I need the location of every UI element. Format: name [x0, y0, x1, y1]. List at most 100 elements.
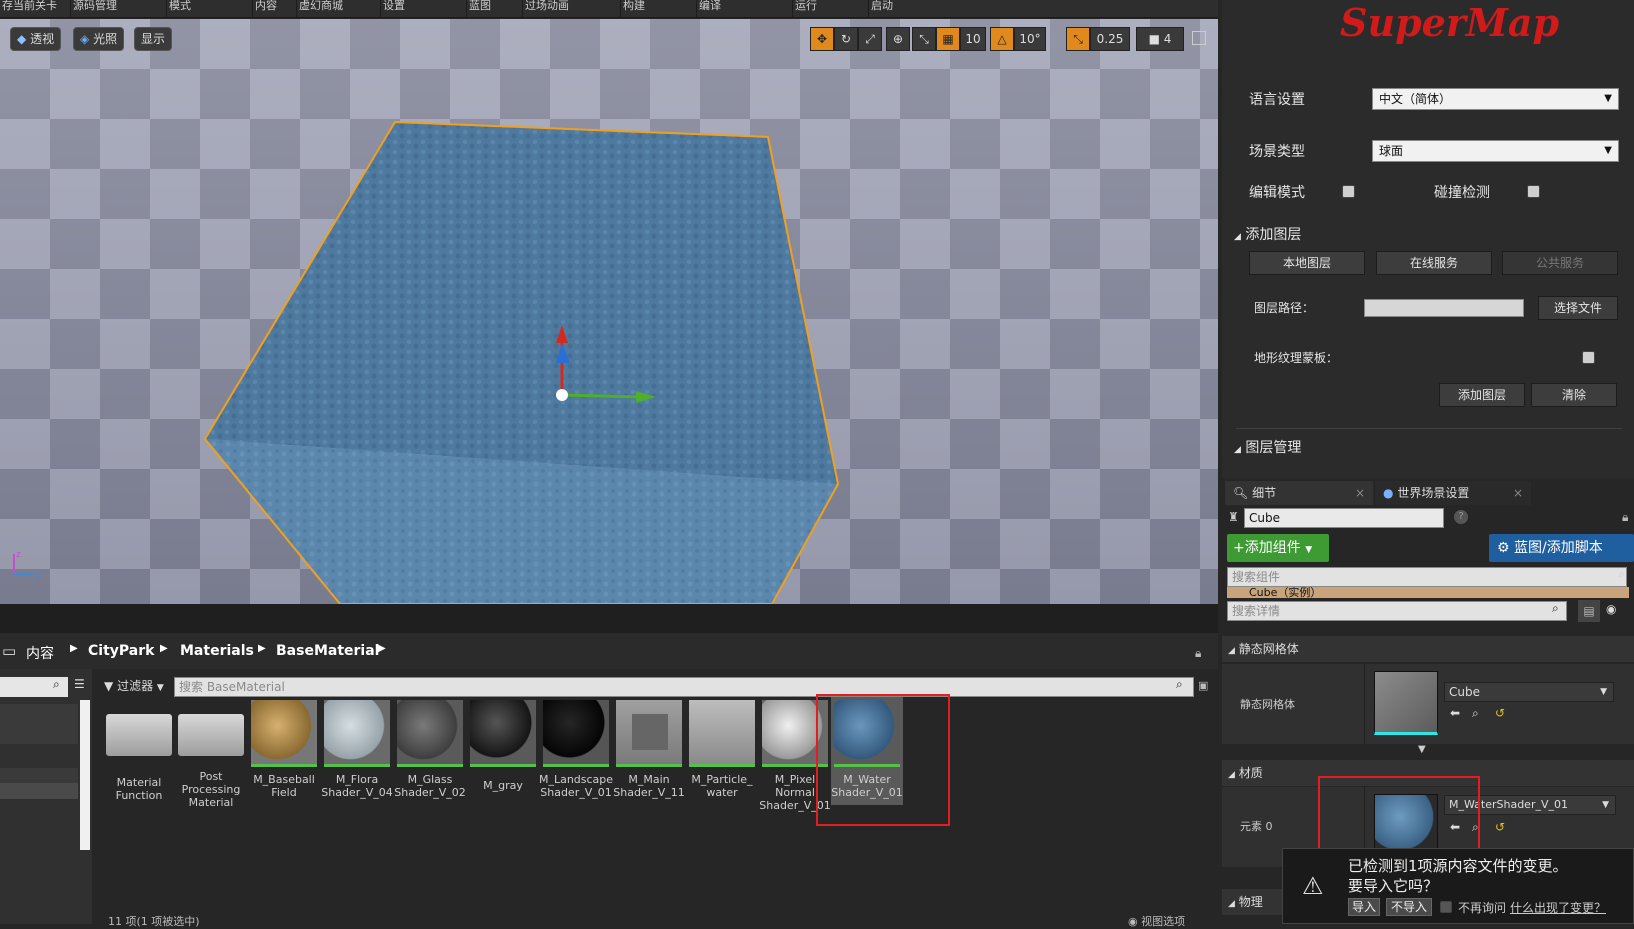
maximize-icon[interactable] — [1192, 31, 1206, 45]
rotation-snap-icon[interactable]: △ — [990, 27, 1014, 51]
menu-play[interactable]: 运行 — [792, 0, 817, 18]
sidebar-scrollbar[interactable] — [80, 700, 90, 850]
asset-m-landscape-shader[interactable]: M_Landscape Shader_V_01 — [539, 700, 613, 799]
menu-launch[interactable]: 启动 — [868, 0, 893, 18]
back-arrow-icon[interactable]: ⬅ — [1450, 706, 1460, 720]
lock-icon[interactable]: 🔒︎ — [1195, 646, 1201, 661]
asset-m-flora-shader[interactable]: M_Flora Shader_V_04 — [321, 700, 393, 799]
asset-search-input[interactable]: 搜索 BaseMaterial — [174, 677, 1194, 697]
breadcrumb-materials[interactable]: Materials — [180, 643, 254, 659]
search-details-input[interactable]: 搜索详情 — [1227, 601, 1567, 621]
search-components-input[interactable]: 搜索组件 — [1227, 567, 1627, 587]
surface-snap-icon[interactable]: ⤡ — [912, 27, 936, 51]
help-icon[interactable]: ? — [1454, 510, 1468, 524]
add-layer-button[interactable]: 添加图层 — [1439, 383, 1525, 407]
menu-modes[interactable]: 模式 — [166, 0, 191, 18]
rotation-snap-value[interactable]: 10° — [1014, 27, 1046, 51]
asset-m-baseball-field[interactable]: M_Baseball Field — [251, 700, 317, 799]
expand-down-icon[interactable]: ▼ — [1418, 744, 1426, 755]
sidebar-item[interactable] — [0, 704, 78, 744]
scale-icon[interactable]: ⤢ — [858, 27, 882, 51]
menu-compile[interactable]: 编译 — [696, 0, 721, 18]
level-viewport[interactable]: z y ◆ 透视 ◈ 光照 显示 ✥ ↻ ⤢ ⊕ ⤡ ▦ 10 △ 10° ⤡ … — [0, 19, 1218, 604]
scale-snap-icon[interactable]: ⤡ — [1066, 27, 1090, 51]
grid-view-icon[interactable]: ▤ — [1578, 600, 1600, 622]
list-view-icon[interactable]: ☰ — [74, 677, 85, 691]
instance-row[interactable]: Cube（实例） — [1227, 587, 1629, 598]
collision-checkbox[interactable] — [1527, 185, 1540, 198]
dont-ask-checkbox[interactable] — [1440, 901, 1452, 913]
close-icon[interactable]: × — [1513, 481, 1523, 505]
lock-icon[interactable]: 🔒︎ — [1622, 510, 1628, 525]
rotate-icon[interactable]: ↻ — [834, 27, 858, 51]
menu-settings[interactable]: 设置 — [380, 0, 405, 18]
static-mesh-section[interactable]: ◢ 静态网格体 — [1222, 636, 1634, 662]
asset-m-particle-water[interactable]: M_Particle_ water — [689, 700, 755, 799]
asset-m-glass-shader[interactable]: M_Glass Shader_V_02 — [394, 700, 466, 799]
menu-source-control[interactable]: 源码管理 — [70, 0, 117, 18]
add-component-button[interactable]: +添加组件 ▼ — [1227, 534, 1329, 562]
filter-button[interactable]: ▼ 过滤器 ▼ — [104, 677, 164, 694]
translate-icon[interactable]: ✥ — [810, 27, 834, 51]
asset-material-function[interactable]: Material Function — [106, 700, 172, 802]
lit-icon: ◈ — [80, 32, 90, 46]
object-name-field[interactable]: Cube — [1244, 508, 1444, 528]
asset-post-processing-material[interactable]: Post Processing Material — [178, 700, 244, 809]
menu-cinematics[interactable]: 过场动画 — [522, 0, 569, 18]
view-options-button[interactable]: ◉ 视图选项 — [1128, 913, 1185, 929]
asset-m-gray[interactable]: M_gray — [470, 700, 536, 792]
collapse-arrow-icon: ◢ — [1228, 899, 1235, 909]
breadcrumb-citypark[interactable]: CityPark — [88, 643, 154, 659]
clear-button[interactable]: 清除 — [1531, 383, 1617, 407]
asset-m-main-shader[interactable]: M_Main Shader_V_11 — [613, 700, 685, 799]
tab-local-layer[interactable]: 本地图层 — [1249, 251, 1365, 275]
cube-thumbnail[interactable] — [1374, 671, 1438, 735]
tab-world-settings[interactable]: ● 世界场景设置 × — [1375, 481, 1531, 505]
menu-blueprints[interactable]: 蓝图 — [466, 0, 491, 18]
scene-type-select[interactable]: 球面 ▼ — [1372, 140, 1619, 162]
menu-save-level[interactable]: 存当前关卡 — [0, 0, 57, 18]
terrain-mask-checkbox[interactable] — [1582, 351, 1595, 364]
camera-speed[interactable]: ■ 4 — [1136, 27, 1184, 51]
reset-icon[interactable]: ↺ — [1495, 820, 1505, 834]
language-select[interactable]: 中文（简体） ▼ — [1372, 88, 1619, 110]
search-icon[interactable]: ⌕ — [1618, 567, 1625, 582]
search-icon[interactable]: ⌕ — [53, 677, 60, 692]
browse-icon[interactable]: ⌕ — [1472, 706, 1479, 721]
sidebar-item-selected[interactable] — [0, 783, 78, 799]
choose-file-button[interactable]: 选择文件 — [1538, 296, 1618, 320]
import-button[interactable]: 导入 — [1348, 898, 1380, 916]
grid-snap-value[interactable]: 10 — [960, 27, 986, 51]
folder-icon — [106, 714, 172, 756]
blueprint-button[interactable]: ⚙ 蓝图/添加脚本 — [1489, 534, 1634, 562]
menu-build[interactable]: 构建 — [620, 0, 645, 18]
lit-button[interactable]: ◈ 光照 — [73, 27, 125, 51]
static-mesh-select[interactable]: Cube ▼ — [1444, 682, 1614, 702]
collapse-arrow-icon: ◢ — [1234, 445, 1241, 455]
layer-path-input[interactable] — [1364, 299, 1524, 317]
tab-public-service[interactable]: 公共服务 — [1502, 251, 1618, 275]
tab-details[interactable]: 🔍︎ 细节 × — [1225, 481, 1373, 505]
scale-snap-value[interactable]: 0.25 — [1090, 27, 1130, 51]
breadcrumb-content[interactable]: 内容 — [26, 643, 54, 663]
show-button[interactable]: 显示 — [134, 27, 173, 51]
close-icon[interactable]: × — [1355, 481, 1365, 505]
add-layer-section[interactable]: ◢ 添加图层 — [1234, 224, 1301, 244]
search-icon[interactable]: ⌕ — [1176, 677, 1183, 692]
world-space-icon[interactable]: ⊕ — [886, 27, 910, 51]
search-icon[interactable]: ⌕ — [1552, 601, 1559, 616]
layer-management-section[interactable]: ◢ 图层管理 — [1234, 437, 1301, 457]
dont-import-button[interactable]: 不导入 — [1386, 898, 1432, 916]
perspective-button[interactable]: ◆ 透视 — [10, 27, 62, 51]
menu-marketplace[interactable]: 虚幻商城 — [296, 0, 343, 18]
edit-mode-checkbox[interactable] — [1342, 185, 1355, 198]
eye-icon[interactable]: ◉ — [1606, 602, 1616, 616]
why-changed-link[interactable]: 什么出现了变更？ — [1510, 899, 1606, 916]
reset-icon[interactable]: ↺ — [1495, 706, 1505, 720]
save-icon[interactable]: ▣ — [1198, 679, 1208, 692]
breadcrumb-basematerial[interactable]: BaseMaterial — [276, 643, 379, 659]
tab-online-service[interactable]: 在线服务 — [1376, 251, 1492, 275]
water-cube-mesh[interactable]: z y — [0, 19, 1218, 604]
menu-content[interactable]: 内容 — [252, 0, 277, 18]
grid-snap-icon[interactable]: ▦ — [936, 27, 960, 51]
